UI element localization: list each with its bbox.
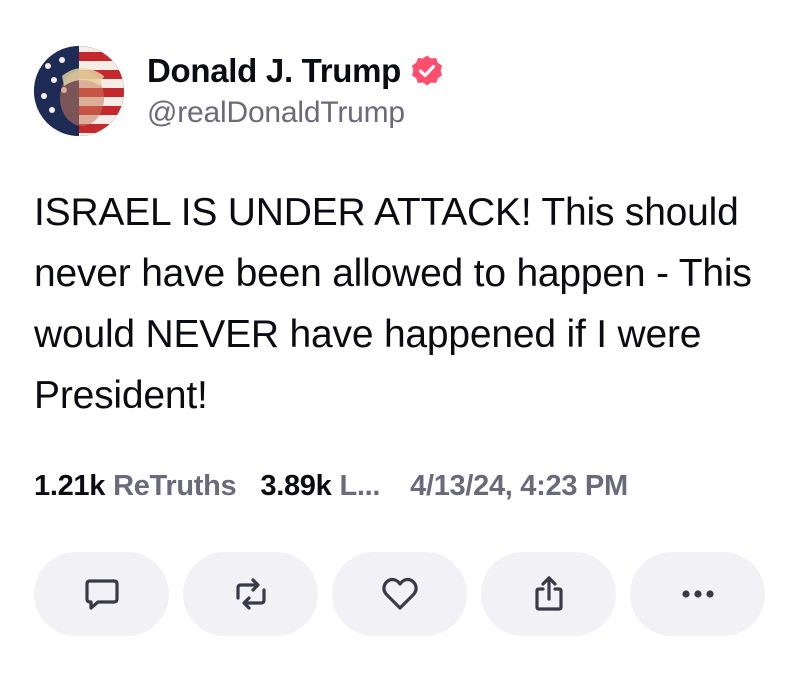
author-handle[interactable]: @realDonaldTrump: [147, 96, 444, 130]
post-stats: 1.21k ReTruths 3.89k L... 4/13/24, 4:23 …: [34, 470, 628, 503]
more-options-button[interactable]: [630, 552, 765, 636]
avatar-image: [34, 46, 124, 136]
retruths-label[interactable]: ReTruths: [113, 470, 237, 503]
reply-button[interactable]: [34, 552, 169, 636]
more-icon: [681, 590, 714, 598]
likes-count[interactable]: 3.89k: [260, 470, 331, 503]
comment-icon: [84, 579, 119, 610]
avatar[interactable]: [34, 46, 124, 136]
post-header: Donald J. Trump @realDonaldTrump: [34, 46, 444, 136]
author-name[interactable]: Donald J. Trump: [147, 52, 401, 90]
action-bar: [34, 552, 765, 636]
retruth-icon: [235, 578, 266, 610]
share-icon: [534, 576, 563, 611]
retruth-button[interactable]: [183, 552, 318, 636]
post-body: ISRAEL IS UNDER ATTACK! This should neve…: [34, 191, 752, 417]
verified-badge-icon: [412, 55, 443, 86]
likes-label[interactable]: L...: [339, 470, 380, 503]
share-button[interactable]: [481, 552, 616, 636]
post-timestamp: 4/13/24, 4:23 PM: [410, 470, 628, 502]
retruths-count[interactable]: 1.21k: [34, 470, 105, 503]
heart-icon: [381, 577, 418, 610]
like-button[interactable]: [332, 552, 467, 636]
